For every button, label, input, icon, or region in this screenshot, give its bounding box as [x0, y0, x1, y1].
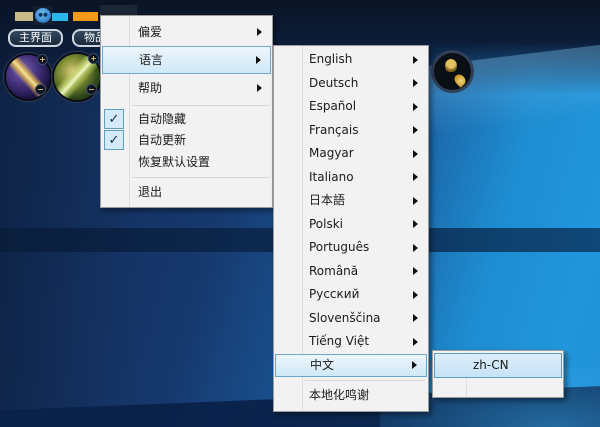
menu-item-帮助[interactable]: 帮助 [102, 74, 271, 102]
menu-item-label: Español [309, 99, 357, 113]
submenu-arrow-icon [413, 314, 418, 323]
menu-item-label: 恢复默认设置 [138, 155, 211, 169]
menu-item-Deutsch[interactable]: Deutsch [275, 72, 427, 96]
submenu-arrow-icon [413, 102, 418, 111]
menu-item-label: Français [309, 122, 359, 137]
menu-item-label: 自动更新 [138, 133, 187, 147]
menu-separator [132, 177, 269, 178]
gold-flame-icon [452, 72, 468, 88]
menu-item-偏爱[interactable]: 偏爱 [102, 18, 271, 46]
menu-item-语言[interactable]: 语言 [102, 46, 271, 74]
language-submenu: English Deutsch Español Français Magyar Itali… [273, 45, 429, 412]
menu-item-Polski[interactable]: Polski [275, 213, 427, 237]
menu-item-label: 中文 [310, 357, 335, 372]
orb1-plus-badge[interactable]: + [37, 54, 48, 65]
submenu-arrow-icon [413, 290, 418, 299]
menu-item-label: Tiếng Việt [309, 334, 370, 348]
menu-item-label: Italiano [309, 169, 354, 184]
menu-item-日本語[interactable]: 日本語 [275, 189, 427, 213]
blue-face-icon [35, 8, 51, 23]
submenu-arrow-icon [413, 55, 418, 64]
menu-item-label: Slovenščina [309, 310, 381, 325]
orb2-minus-badge[interactable]: − [86, 84, 97, 95]
tab-main-interface[interactable]: 主界面 [8, 29, 63, 47]
menu-item-恢复默认设置[interactable]: 恢复默认设置 [102, 151, 271, 174]
menu-item-label: Polski [309, 216, 344, 231]
submenu-arrow-icon [413, 126, 418, 135]
submenu-arrow-icon [413, 149, 418, 158]
menu-item-label: 偏爱 [138, 25, 163, 39]
orange-bar[interactable] [73, 12, 98, 21]
menu-item-label: zh-CN [473, 358, 509, 372]
menu-item-label: 退出 [138, 185, 163, 199]
menu-item-label: Deutsch [309, 75, 359, 90]
menu-item-label: 语言 [139, 53, 164, 67]
menu-item-label: 日本語 [309, 193, 346, 207]
menu-item-本地化鸣谢[interactable]: 本地化鸣谢 [275, 384, 427, 408]
menu-item-label: English [309, 52, 353, 66]
submenu-arrow-icon [413, 196, 418, 205]
menu-item-Tiếng Việt[interactable]: Tiếng Việt [275, 330, 427, 354]
menu-item-Français[interactable]: Français [275, 119, 427, 143]
submenu-arrow-icon [412, 361, 417, 370]
orb2-plus-badge[interactable]: + [88, 53, 99, 64]
menu-item-Italiano[interactable]: Italiano [275, 166, 427, 190]
menu-item-English[interactable]: English [275, 48, 427, 72]
menu-item-label: 本地化鸣谢 [309, 388, 370, 402]
submenu-arrow-icon [413, 173, 418, 182]
menu-item-Português[interactable]: Português [275, 236, 427, 260]
app-blue-face-icon[interactable] [33, 6, 53, 25]
menu-separator [305, 380, 425, 381]
gold-helmet-icon [445, 59, 457, 72]
locale-submenu: zh-CN [432, 350, 564, 398]
menu-item-label: Português [309, 240, 370, 254]
checkbox-checked-icon: ✓ [104, 109, 124, 129]
menu-separator [132, 105, 269, 106]
menu-item-Русский[interactable]: Русский [275, 283, 427, 307]
menu-item-label: Română [309, 263, 359, 278]
menu-item-label: 自动隐藏 [138, 112, 187, 126]
menu-item-label: Русский [309, 287, 360, 301]
menu-item-自动隐藏[interactable]: ✓ 自动隐藏 [102, 109, 271, 130]
menu-item-Español[interactable]: Español [275, 95, 427, 119]
item-orb-dark-gold[interactable] [432, 51, 473, 92]
submenu-arrow-icon [413, 267, 418, 276]
menu-item-label: 帮助 [138, 81, 163, 95]
submenu-arrow-icon [413, 337, 418, 346]
submenu-arrow-icon [413, 79, 418, 88]
menu-item-Română[interactable]: Română [275, 260, 427, 284]
submenu-arrow-icon [256, 56, 261, 64]
submenu-arrow-icon [257, 28, 262, 36]
menu-item-zh-CN[interactable]: zh-CN [434, 353, 562, 378]
main-context-menu: 偏爱语言帮助 ✓ 自动隐藏 ✓ 自动更新恢复默认设置 退出 [100, 15, 273, 208]
menu-item-中文[interactable]: 中文 [275, 353, 427, 377]
menu-item-label: Magyar [309, 146, 354, 160]
desktop-wallpaper[interactable]: 主界面 物品 + − + − 偏爱 语言 帮助 ✓ 自动隐藏 ✓ 自动更新 恢复默认设置 退出 … [0, 0, 600, 427]
submenu-arrow-icon [257, 84, 262, 92]
menu-item-退出[interactable]: 退出 [102, 181, 271, 204]
menu-item-Magyar[interactable]: Magyar [275, 142, 427, 166]
checkbox-checked-icon: ✓ [104, 130, 124, 150]
menu-item-自动更新[interactable]: ✓ 自动更新 [102, 130, 271, 151]
orb1-minus-badge[interactable]: − [35, 84, 46, 95]
navy-bar[interactable] [100, 5, 137, 15]
tan-bar[interactable] [15, 12, 33, 21]
submenu-arrow-icon [413, 243, 418, 252]
menu-item-Slovenščina[interactable]: Slovenščina [275, 307, 427, 331]
submenu-arrow-icon [413, 220, 418, 229]
cyan-bar[interactable] [52, 13, 68, 21]
menu-item-blank [434, 378, 562, 394]
